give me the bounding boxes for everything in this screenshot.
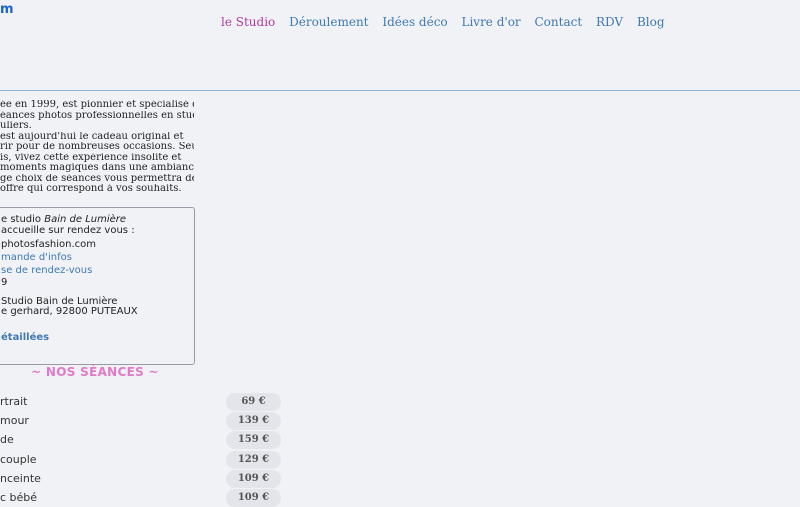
seance-price: 129 € <box>226 451 281 469</box>
seances-title: ~ NOS SÉANCES ~ <box>31 365 159 379</box>
seance-price: 159 € <box>226 431 281 449</box>
seance-price: 109 € <box>226 489 281 507</box>
nav-contact[interactable]: Contact <box>535 15 583 29</box>
seance-name: couple <box>0 453 37 466</box>
details-link[interactable]: étaillées <box>1 332 49 343</box>
phone-text: 9 <box>1 277 8 288</box>
logo[interactable]: m <box>0 2 14 17</box>
nav-deroulement[interactable]: Déroulement <box>289 15 368 29</box>
appointment-request-link[interactable]: se de rendez-vous <box>1 265 92 276</box>
nav-idees-deco[interactable]: Idées déco <box>382 15 447 29</box>
intro-line: ée en 1999, est pionnier et spécialisé d… <box>0 100 194 110</box>
seance-name: c bébé <box>0 491 38 504</box>
intro-line: is, vivez cette expérience insolite et <box>0 152 182 163</box>
nav-rdv[interactable]: RDV <box>596 15 623 29</box>
info-request-line: mande d'infos <box>1 251 72 264</box>
seance-row[interactable]: mour 139 € <box>0 412 282 430</box>
seance-name: nceinte <box>0 472 41 485</box>
appointment-line: se de rendez-vous <box>1 264 92 277</box>
email-text: photosfashion.com <box>1 239 97 250</box>
intro-line: est aujourd'hui le cadeau original et <box>0 131 184 142</box>
seance-row[interactable]: de 159 € <box>0 431 282 449</box>
seance-row[interactable]: rtrait 69 € <box>0 393 282 411</box>
intro-line: uliers. <box>0 121 32 131</box>
nav-livre-dor[interactable]: Livre d'or <box>461 15 520 29</box>
header-divider <box>0 90 800 91</box>
seance-price: 109 € <box>226 470 281 488</box>
welcome-text: accueille sur rendez vous : <box>1 225 135 236</box>
seance-row[interactable]: c bébé 109 € <box>0 489 282 507</box>
info-request-link[interactable]: mande d'infos <box>1 252 72 263</box>
seance-name: rtrait <box>0 395 28 408</box>
contact-info-box: e studio Bain de Lumière accueille sur r… <box>0 207 195 365</box>
seance-row[interactable]: nceinte 109 € <box>0 470 282 488</box>
nav-blog[interactable]: Blog <box>637 15 665 29</box>
intro-line: offre qui correspond à vos souhaits. <box>0 184 182 194</box>
intro-text: ée en 1999, est pionnier et spécialisé d… <box>0 100 194 195</box>
seance-row[interactable]: couple 129 € <box>0 451 282 469</box>
seance-price: 139 € <box>226 412 281 430</box>
nav-le-studio[interactable]: le Studio <box>221 15 275 29</box>
intro-line: éances photos professionnelles en studio <box>0 110 194 121</box>
intro-line: moments magiques dans une ambiance <box>0 163 194 173</box>
details-line: étaillées <box>1 331 49 344</box>
main-nav: le Studio Déroulement Idées déco Livre d… <box>221 15 675 29</box>
seance-name: mour <box>0 414 29 427</box>
intro-line: rir pour de nombreuses occasions. Seul, … <box>0 142 194 152</box>
seance-price: 69 € <box>226 393 281 411</box>
intro-line: ge choix de séances vous permettra de <box>0 173 194 184</box>
address-line-2: e gerhard, 92800 PUTEAUX <box>1 306 138 317</box>
seance-name: de <box>0 433 14 446</box>
